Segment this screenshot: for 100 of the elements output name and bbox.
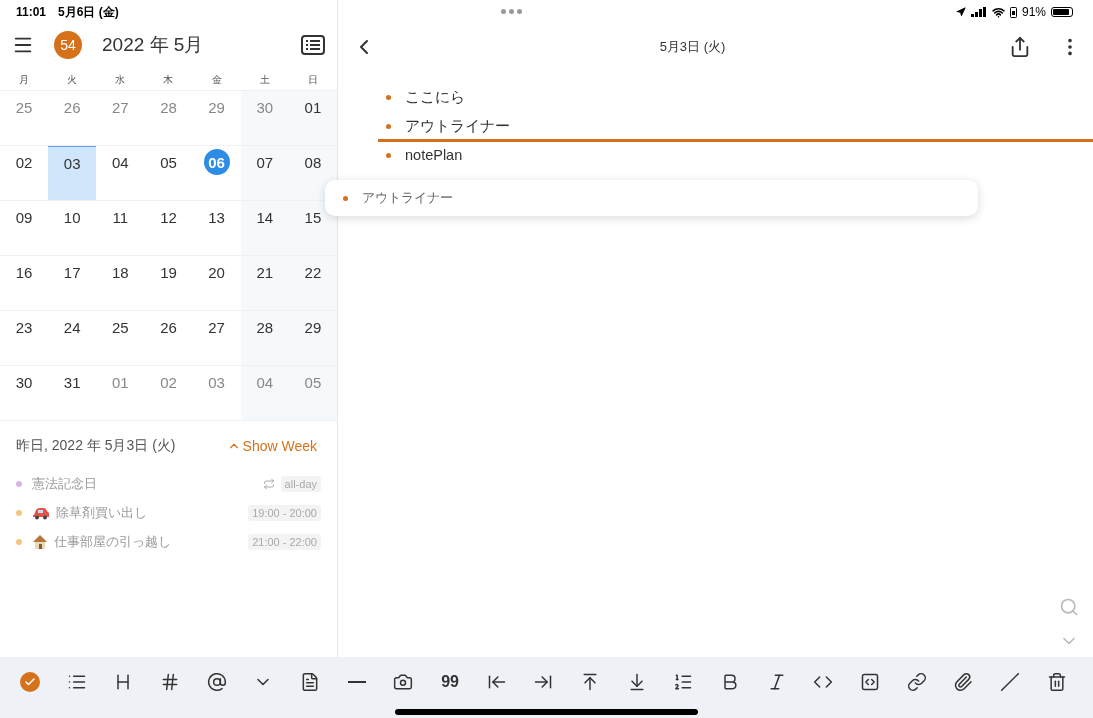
weekday-label: 木 [162, 73, 175, 87]
day-number: 18 [111, 262, 130, 283]
day-cell[interactable]: 22 [288, 256, 337, 311]
day-cell[interactable]: 14 [240, 201, 289, 256]
count-badge: 54 [54, 31, 82, 59]
day-number: 04 [255, 372, 275, 393]
day-number: 29 [207, 97, 226, 118]
event-title: 憲法記念日 [32, 474, 98, 493]
event-title: 除草剤買い出し [56, 503, 148, 522]
day-number: 05 [303, 372, 323, 393]
day-cell[interactable]: 29 [288, 311, 337, 366]
month-title: 2022 年 5月 [102, 33, 205, 57]
item-text: ここにら [405, 87, 465, 107]
outline-item[interactable]: アウトライナー [378, 113, 1093, 142]
battery-icon [1051, 7, 1073, 17]
day-number: 03 [62, 153, 82, 174]
battery-percent: 91% [1021, 5, 1046, 19]
link-icon [906, 672, 927, 692]
list-icon [66, 672, 87, 692]
event-time: all-day [280, 475, 321, 492]
wifi-icon [991, 5, 1005, 19]
day-number: 03 [207, 372, 226, 393]
item-text: notePlan [405, 147, 463, 163]
bullet-icon [343, 195, 348, 201]
numbered-list-icon [673, 672, 694, 692]
quote-button[interactable]: 99 [438, 670, 463, 694]
day-number: 20 [207, 262, 226, 283]
trash-icon [1046, 672, 1067, 692]
day-number: 24 [62, 317, 82, 338]
house-icon [32, 533, 48, 550]
status-date: 5月6日 (金) [58, 3, 119, 21]
day-number: 17 [62, 262, 82, 283]
day-number: 15 [303, 207, 323, 228]
event-title: 仕事部屋の引っ越し [54, 532, 172, 551]
lock-rotation-icon [1009, 6, 1017, 18]
day-number: 01 [111, 372, 130, 393]
day-cell[interactable]: 15 [288, 201, 337, 256]
day-number: 30 [255, 97, 275, 118]
day-number: 28 [159, 97, 178, 118]
weekday-label: 土 [258, 73, 271, 87]
day-number: 25 [111, 317, 130, 338]
share-icon[interactable] [1009, 36, 1031, 58]
weekday-label: 月 [18, 73, 31, 87]
day-number: 10 [62, 207, 82, 228]
day-number: 22 [303, 262, 323, 283]
preview-text: アウトライナー [362, 189, 453, 207]
day-cell[interactable]: 03 [48, 146, 97, 201]
horizontal-rule-icon [347, 681, 366, 683]
outline-item[interactable]: ここにら [378, 84, 1093, 113]
day-number: 16 [14, 262, 34, 283]
item-text: アウトライナー [405, 116, 510, 136]
bullet-icon [386, 123, 391, 129]
indent-icon [533, 672, 554, 692]
day-number: 11 [111, 207, 130, 228]
show-week-link[interactable]: Show Week [226, 438, 317, 454]
day-number: 02 [159, 372, 178, 393]
day-cell[interactable]: 06 [192, 146, 241, 201]
day-number: 29 [303, 317, 323, 338]
note-title: 5月3日 (火) [658, 38, 727, 56]
hash-icon [160, 672, 180, 692]
outdent-icon [486, 672, 507, 692]
status-time: 11:01 [16, 5, 47, 19]
day-number: 19 [159, 262, 178, 283]
day-number: 25 [14, 97, 34, 118]
agenda-date: 昨日, 2022 年 5月3日 (火) [16, 437, 176, 455]
day-number: 09 [14, 207, 34, 228]
slash-icon [1000, 672, 1021, 692]
signal-icon [970, 7, 987, 17]
day-number: 12 [159, 207, 178, 228]
day-cell[interactable]: 21 [240, 256, 289, 311]
multitask-dots-icon[interactable] [501, 9, 523, 15]
day-number: 13 [207, 207, 226, 228]
day-number: 14 [255, 207, 275, 228]
weekday-label: 日 [306, 73, 319, 87]
day-number: 30 [14, 372, 34, 393]
event-time: 19:00 - 20:00 [248, 504, 321, 521]
day-cell[interactable]: 01 [288, 91, 337, 146]
code-block-icon [860, 672, 881, 692]
day-number: 01 [303, 97, 323, 118]
day-number: 07 [255, 152, 275, 173]
weekday-label: 水 [114, 73, 127, 87]
paperclip-icon [953, 672, 974, 692]
bullet-icon [386, 152, 391, 158]
list-view-icon[interactable] [301, 35, 325, 55]
weekday-label: 火 [66, 73, 79, 87]
repeat-icon [262, 477, 275, 490]
day-number: 02 [14, 152, 34, 173]
outline-item[interactable]: notePlan [378, 142, 1093, 171]
car-icon [32, 505, 50, 520]
camera-icon [393, 672, 414, 692]
day-number: 04 [111, 152, 130, 173]
location-icon [955, 7, 966, 17]
day-number: 31 [62, 372, 82, 393]
at-sign-icon [206, 672, 227, 692]
bullet-icon [386, 94, 391, 100]
day-cell[interactable]: 28 [240, 311, 289, 366]
day-number: 27 [207, 317, 226, 338]
weekday-label: 金 [210, 73, 223, 87]
day-cell[interactable]: 07 [240, 146, 289, 201]
day-number: 27 [111, 97, 130, 118]
